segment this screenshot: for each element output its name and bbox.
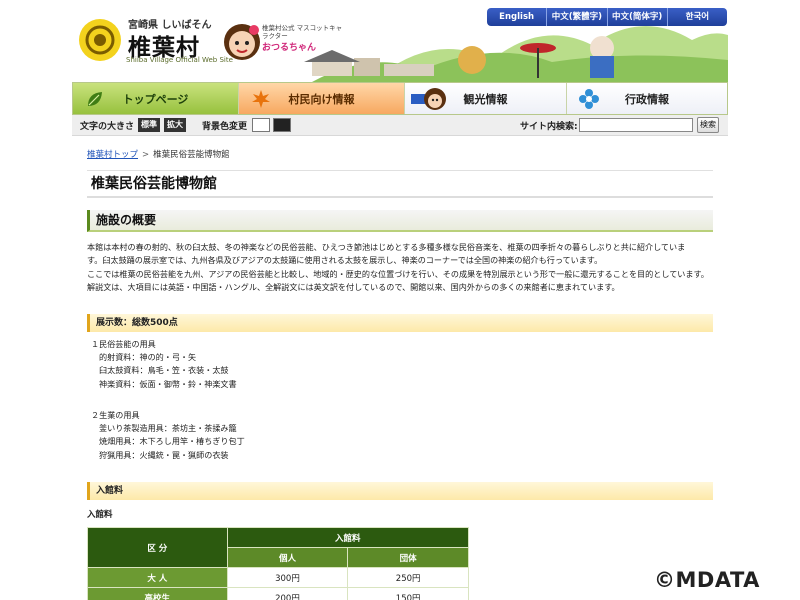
table-header-individual: 個人 [226, 547, 349, 568]
nav-tourism-label: 観光情報 [463, 92, 508, 106]
lang-english-button[interactable]: English [487, 8, 548, 26]
language-switcher: English 中文(繁體字) 中文(简体字) 한국어 [487, 8, 727, 26]
overview-line: ここでは椎葉の民俗芸能を九州、アジアの民俗芸能と比較し、地域的・歴史的な位置づけ… [87, 268, 709, 279]
overview-line: 本館は本村の春の射的、秋の臼太鼓、冬の神楽などの民俗芸能、ひえつき節池はじめとす… [87, 242, 686, 252]
mascot-icon [411, 88, 446, 110]
nav-top-page[interactable]: トップページ [73, 83, 239, 114]
exhibit-group-title: ２生業の用具 [91, 410, 140, 420]
nav-top-page-label: トップページ [122, 92, 189, 106]
table-cell-individual: 200円 [226, 587, 349, 600]
table-row-category: 大 人 [87, 567, 228, 588]
breadcrumb-home-link[interactable]: 椎葉村トップ [87, 150, 138, 160]
page-title: 椎葉民俗芸能博物館 [87, 170, 713, 198]
exhibit-item: 狩猟用具：火縄銃・罠・猟師の衣装 [99, 449, 229, 460]
site-search-label: サイト内検索: [520, 122, 578, 132]
table-header-fee: 入館料 [226, 527, 470, 548]
table-cell-group: 250円 [347, 567, 469, 588]
subheading-exhibits: 展示数：総数500点 [87, 314, 713, 332]
nav-residents[interactable]: 村民向け情報 [239, 83, 405, 114]
exhibit-item: 神楽資料：仮面・御幣・鈴・神楽文書 [99, 378, 237, 389]
nav-administration-label: 行政情報 [625, 92, 669, 106]
overview-line: す。臼太鼓踊の展示室では、九州各県及びアジアの太鼓踊に使用される太鼓を展示し、神… [87, 255, 603, 266]
section-heading-overview: 施設の概要 [87, 210, 713, 232]
site-logo[interactable]: 宮崎県 しいばそん 椎葉村 Shiiba Village Official We… [78, 14, 233, 66]
overview-line: 解説文は、大項目には英語・中国語・ハングル、全解説文には英文訳を付しているので、… [87, 281, 620, 292]
font-standard-button[interactable]: 標準 [138, 118, 160, 132]
exhibit-group-title: １民俗芸能の用具 [91, 339, 156, 349]
nav-administration[interactable]: 行政情報 [567, 83, 727, 114]
exhibit-group-livelihood-tools: ２生業の用具 釜いり茶製造用具：茶坊主・茶揉み籠 焼畑用具：木下ろし用竿・椿ちぎ… [91, 409, 245, 462]
table-row: 大 人 300円 250円 [87, 567, 469, 588]
overview-text: 本館は本村の春の射的、秋の臼太鼓、冬の神楽などの民俗芸能、ひえつき節池はじめとす… [87, 241, 713, 294]
leaf-icon [88, 92, 102, 106]
village-emblem-icon [79, 19, 121, 61]
flower-icon [579, 89, 599, 109]
table-cell-individual: 300円 [226, 567, 349, 588]
mascot-otsuru-icon [224, 24, 260, 60]
lang-chinese-simplified-button[interactable]: 中文(简体字) [607, 8, 668, 26]
site-search-input[interactable] [579, 118, 693, 132]
utility-toolbar: 文字の大きさ 標準 拡大 背景色変更 サイト内検索: 検索 [72, 115, 728, 136]
table-cell-group: 150円 [347, 587, 469, 600]
exhibit-item: 臼太鼓資料：鳥毛・笠・衣装・太鼓 [99, 365, 229, 376]
exhibit-item: 釜いり茶製造用具：茶坊主・茶揉み籠 [99, 423, 237, 434]
table-row-category: 高校生 [87, 587, 228, 600]
table-header-category: 区 分 [87, 527, 228, 568]
nav-tourism[interactable]: 観光情報 [405, 83, 567, 114]
copyright-watermark: ©MDATA [654, 568, 760, 592]
lang-korean-button[interactable]: 한국어 [667, 8, 727, 26]
table-header-group: 団体 [347, 547, 469, 568]
breadcrumb: 椎葉村トップ > 椎葉民俗芸能博物館 [87, 148, 230, 160]
bg-color-label: 背景色変更 [202, 122, 248, 132]
exhibit-item: 焼畑用具：木下ろし用竿・椿ちぎり包丁 [99, 436, 245, 447]
main-content: 椎葉村トップ > 椎葉民俗芸能博物館 椎葉民俗芸能博物館 施設の概要 本館は本村の春… [87, 136, 713, 600]
mascot-name: おつるちゃん [262, 43, 317, 53]
lang-chinese-traditional-button[interactable]: 中文(繁體字) [547, 8, 608, 26]
nav-residents-label: 村民向け情報 [288, 92, 355, 106]
logo-english-name: Shiiba Village Official Web Site [126, 56, 233, 64]
bg-black-swatch[interactable] [273, 118, 291, 132]
exhibit-item: 的射資料：神の的・弓・矢 [99, 352, 197, 363]
admission-label: 入館料 [87, 510, 113, 520]
site-search-button[interactable]: 検索 [697, 117, 719, 133]
exhibit-group-folk-performing-arts: １民俗芸能の用具 的射資料：神の的・弓・矢 臼太鼓資料：鳥毛・笠・衣装・太鼓 神… [91, 338, 237, 391]
global-navigation: トップページ 村民向け情報 観光情報 行政情報 [72, 82, 728, 115]
breadcrumb-separator: > [142, 150, 150, 160]
maple-leaf-icon [252, 90, 270, 108]
subheading-admission: 入館料 [87, 482, 713, 500]
breadcrumb-current: 椎葉民俗芸能博物館 [153, 150, 230, 160]
bg-white-swatch[interactable] [252, 118, 270, 132]
font-size-label: 文字の大きさ [80, 122, 135, 132]
font-large-button[interactable]: 拡大 [164, 118, 186, 132]
table-row: 高校生 200円 150円 [87, 587, 469, 600]
mascot-caption: 椎葉村公式 マスコットキャラクター [262, 24, 343, 41]
admission-fee-table: 区 分 入館料 個人 団体 大 人 300円 250円 高校生 200円 150… [87, 527, 470, 600]
